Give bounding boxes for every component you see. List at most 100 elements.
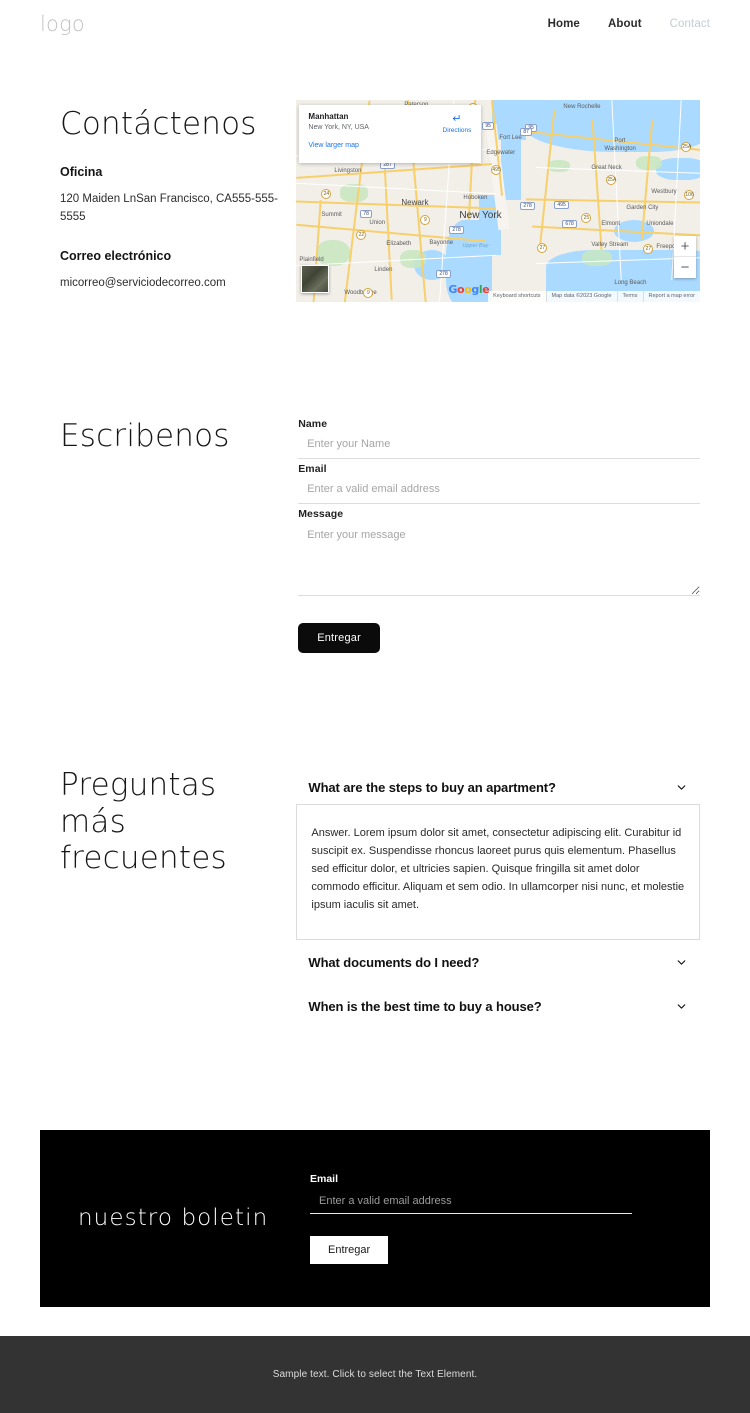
main-navigation: Home About Contact (548, 18, 710, 30)
write-us-section: Escribenos Name Email Message Entregar (0, 302, 750, 653)
faq-question-2[interactable]: What documents do I need? (296, 946, 700, 979)
map-place-label: Union (369, 220, 386, 226)
map-place-label: Elizabeth (386, 241, 412, 247)
submit-contact-button[interactable]: Entregar (298, 623, 380, 653)
footer-text[interactable]: Sample text. Click to select the Text El… (273, 1369, 478, 1380)
site-header: logo Home About Contact (0, 0, 750, 48)
contact-section: Contáctenos Oficina 120 Maiden LnSan Fra… (0, 48, 750, 302)
newsletter-email-input[interactable] (310, 1187, 632, 1214)
map-place-label: Linden (374, 267, 393, 273)
contact-form: Name Email Message Entregar (298, 414, 700, 653)
map-route-shield: 78 (360, 210, 372, 218)
site-footer: Sample text. Click to select the Text El… (0, 1335, 750, 1413)
map-place-label: Port (614, 138, 626, 144)
chevron-down-icon[interactable] (675, 781, 688, 794)
google-logo-g2: g (471, 283, 479, 296)
faq-section: Preguntas más frecuentes What are the st… (0, 653, 750, 1023)
directions-icon: ↵ (452, 113, 462, 125)
newsletter-submit-button[interactable]: Entregar (310, 1235, 389, 1264)
map-data-credit: Map data ©2023 Google (545, 291, 617, 302)
contact-details: Contáctenos Oficina 120 Maiden LnSan Fra… (60, 100, 286, 292)
email-label: Correo electrónico (60, 248, 172, 263)
newsletter-form: Email Entregar (310, 1173, 670, 1264)
map-place-label: Elmont (601, 221, 621, 227)
nav-item-about[interactable]: About (608, 18, 642, 30)
message-textarea[interactable] (298, 520, 700, 596)
chevron-down-icon[interactable] (675, 1000, 688, 1013)
faq-question-3-text: When is the best time to buy a house? (308, 998, 542, 1014)
newsletter-email-label: Email (310, 1172, 339, 1185)
map-place-label: Plainfield (299, 257, 324, 263)
map-place-label: Edgewater (486, 150, 516, 156)
directions-button[interactable]: ↵ Directions (443, 113, 472, 134)
google-logo-e: e (482, 283, 490, 296)
office-label: Oficina (60, 164, 103, 179)
map-place-label: Upper Bay (462, 243, 489, 249)
name-label: Name (298, 418, 328, 430)
email-form-label: Email (298, 463, 327, 475)
email-field-group: Email (298, 459, 700, 504)
write-us-heading-wrap: Escribenos (60, 414, 288, 455)
map-place-label: Uniondale (646, 221, 674, 227)
map-place-label: Washington (604, 146, 636, 152)
faq-question-1[interactable]: What are the steps to buy an apartment? (296, 771, 700, 804)
contact-heading: Contáctenos (60, 106, 257, 142)
message-field-group: Message (298, 504, 700, 601)
map-place-label: Bayonne (429, 240, 454, 246)
zoom-out-button[interactable]: − (674, 257, 696, 278)
map-attribution-bar: Keyboard shortcuts Map data ©2023 Google… (488, 291, 700, 302)
newsletter-section: nuestro boletin Email Entregar (40, 1129, 710, 1307)
chevron-down-icon[interactable] (675, 956, 688, 969)
map-satellite-thumbnail[interactable] (301, 265, 330, 293)
map-place-label: New York (459, 210, 502, 221)
map-place-label: Great Neck (591, 165, 622, 171)
faq-answer-panel-1: Answer. Lorem ipsum dolor sit amet, cons… (296, 804, 700, 940)
view-larger-map-link[interactable]: View larger map (308, 142, 472, 149)
nav-item-home[interactable]: Home (548, 18, 580, 30)
map-place-label: New Rochelle (563, 104, 601, 110)
newsletter-title: nuestro boletin (78, 1205, 269, 1232)
map-route-shield: 278 (520, 202, 535, 210)
report-map-error-link[interactable]: Report a map error (642, 291, 700, 302)
map-place-label: Valley Stream (591, 242, 629, 248)
map-place-label: Garden City (626, 205, 659, 211)
map-route-shield: 495 (491, 165, 502, 175)
directions-label: Directions (442, 127, 472, 134)
faq-question-1-text: What are the steps to buy an apartment? (308, 780, 556, 795)
terms-link[interactable]: Terms (616, 291, 643, 302)
faq-question-2-text: What documents do I need? (308, 954, 480, 970)
map-place-label: Westbury (651, 189, 677, 195)
name-input[interactable] (298, 430, 700, 459)
map-route-shield: 106 (684, 190, 695, 200)
map-place-label: Long Beach (614, 280, 647, 286)
map-route-shield: 278 (436, 270, 451, 278)
newsletter-wrap: nuestro boletin Email Entregar (0, 1023, 750, 1307)
faq-heading-wrap: Preguntas más frecuentes (60, 765, 286, 877)
faq-accordion: What are the steps to buy an apartment? … (296, 765, 700, 1023)
map-place-label: Fort Lee (499, 135, 522, 141)
email-input[interactable] (298, 475, 700, 504)
page-root: logo Home About Contact Contáctenos Ofic… (0, 0, 750, 1413)
site-logo[interactable]: logo (40, 12, 85, 36)
map-place-label: Livingston (334, 168, 362, 174)
email-address: micorreo@serviciodecorreo.com (60, 276, 226, 289)
google-logo: Google (448, 283, 489, 296)
map-place-label: Summit (321, 212, 342, 218)
keyboard-shortcuts-link[interactable]: Keyboard shortcuts (488, 291, 545, 302)
map-route-shield: 87 (520, 128, 532, 136)
map-zoom-controls: + − (674, 236, 696, 278)
faq-answer-1-text: Answer. Lorem ipsum dolor sit amet, cons… (311, 827, 685, 911)
zoom-in-button[interactable]: + (674, 236, 696, 257)
google-map[interactable]: PatersonNew RochelleFort LeePortWashingt… (296, 100, 700, 302)
message-label: Message (298, 508, 344, 520)
map-route-shield: 495 (554, 201, 569, 209)
faq-question-3[interactable]: When is the best time to buy a house? (296, 990, 700, 1023)
nav-item-contact[interactable]: Contact (670, 18, 710, 30)
name-field-group: Name (298, 414, 700, 459)
map-route-shield: 678 (562, 220, 577, 228)
office-address: 120 Maiden LnSan Francisco, CA555-555-55… (60, 192, 278, 224)
map-info-card[interactable]: Manhattan New York, NY, USA View larger … (299, 105, 482, 163)
map-place-label: Newark (401, 198, 429, 207)
google-logo-g1: G (448, 283, 458, 296)
map-place-label: Hoboken (463, 195, 488, 201)
